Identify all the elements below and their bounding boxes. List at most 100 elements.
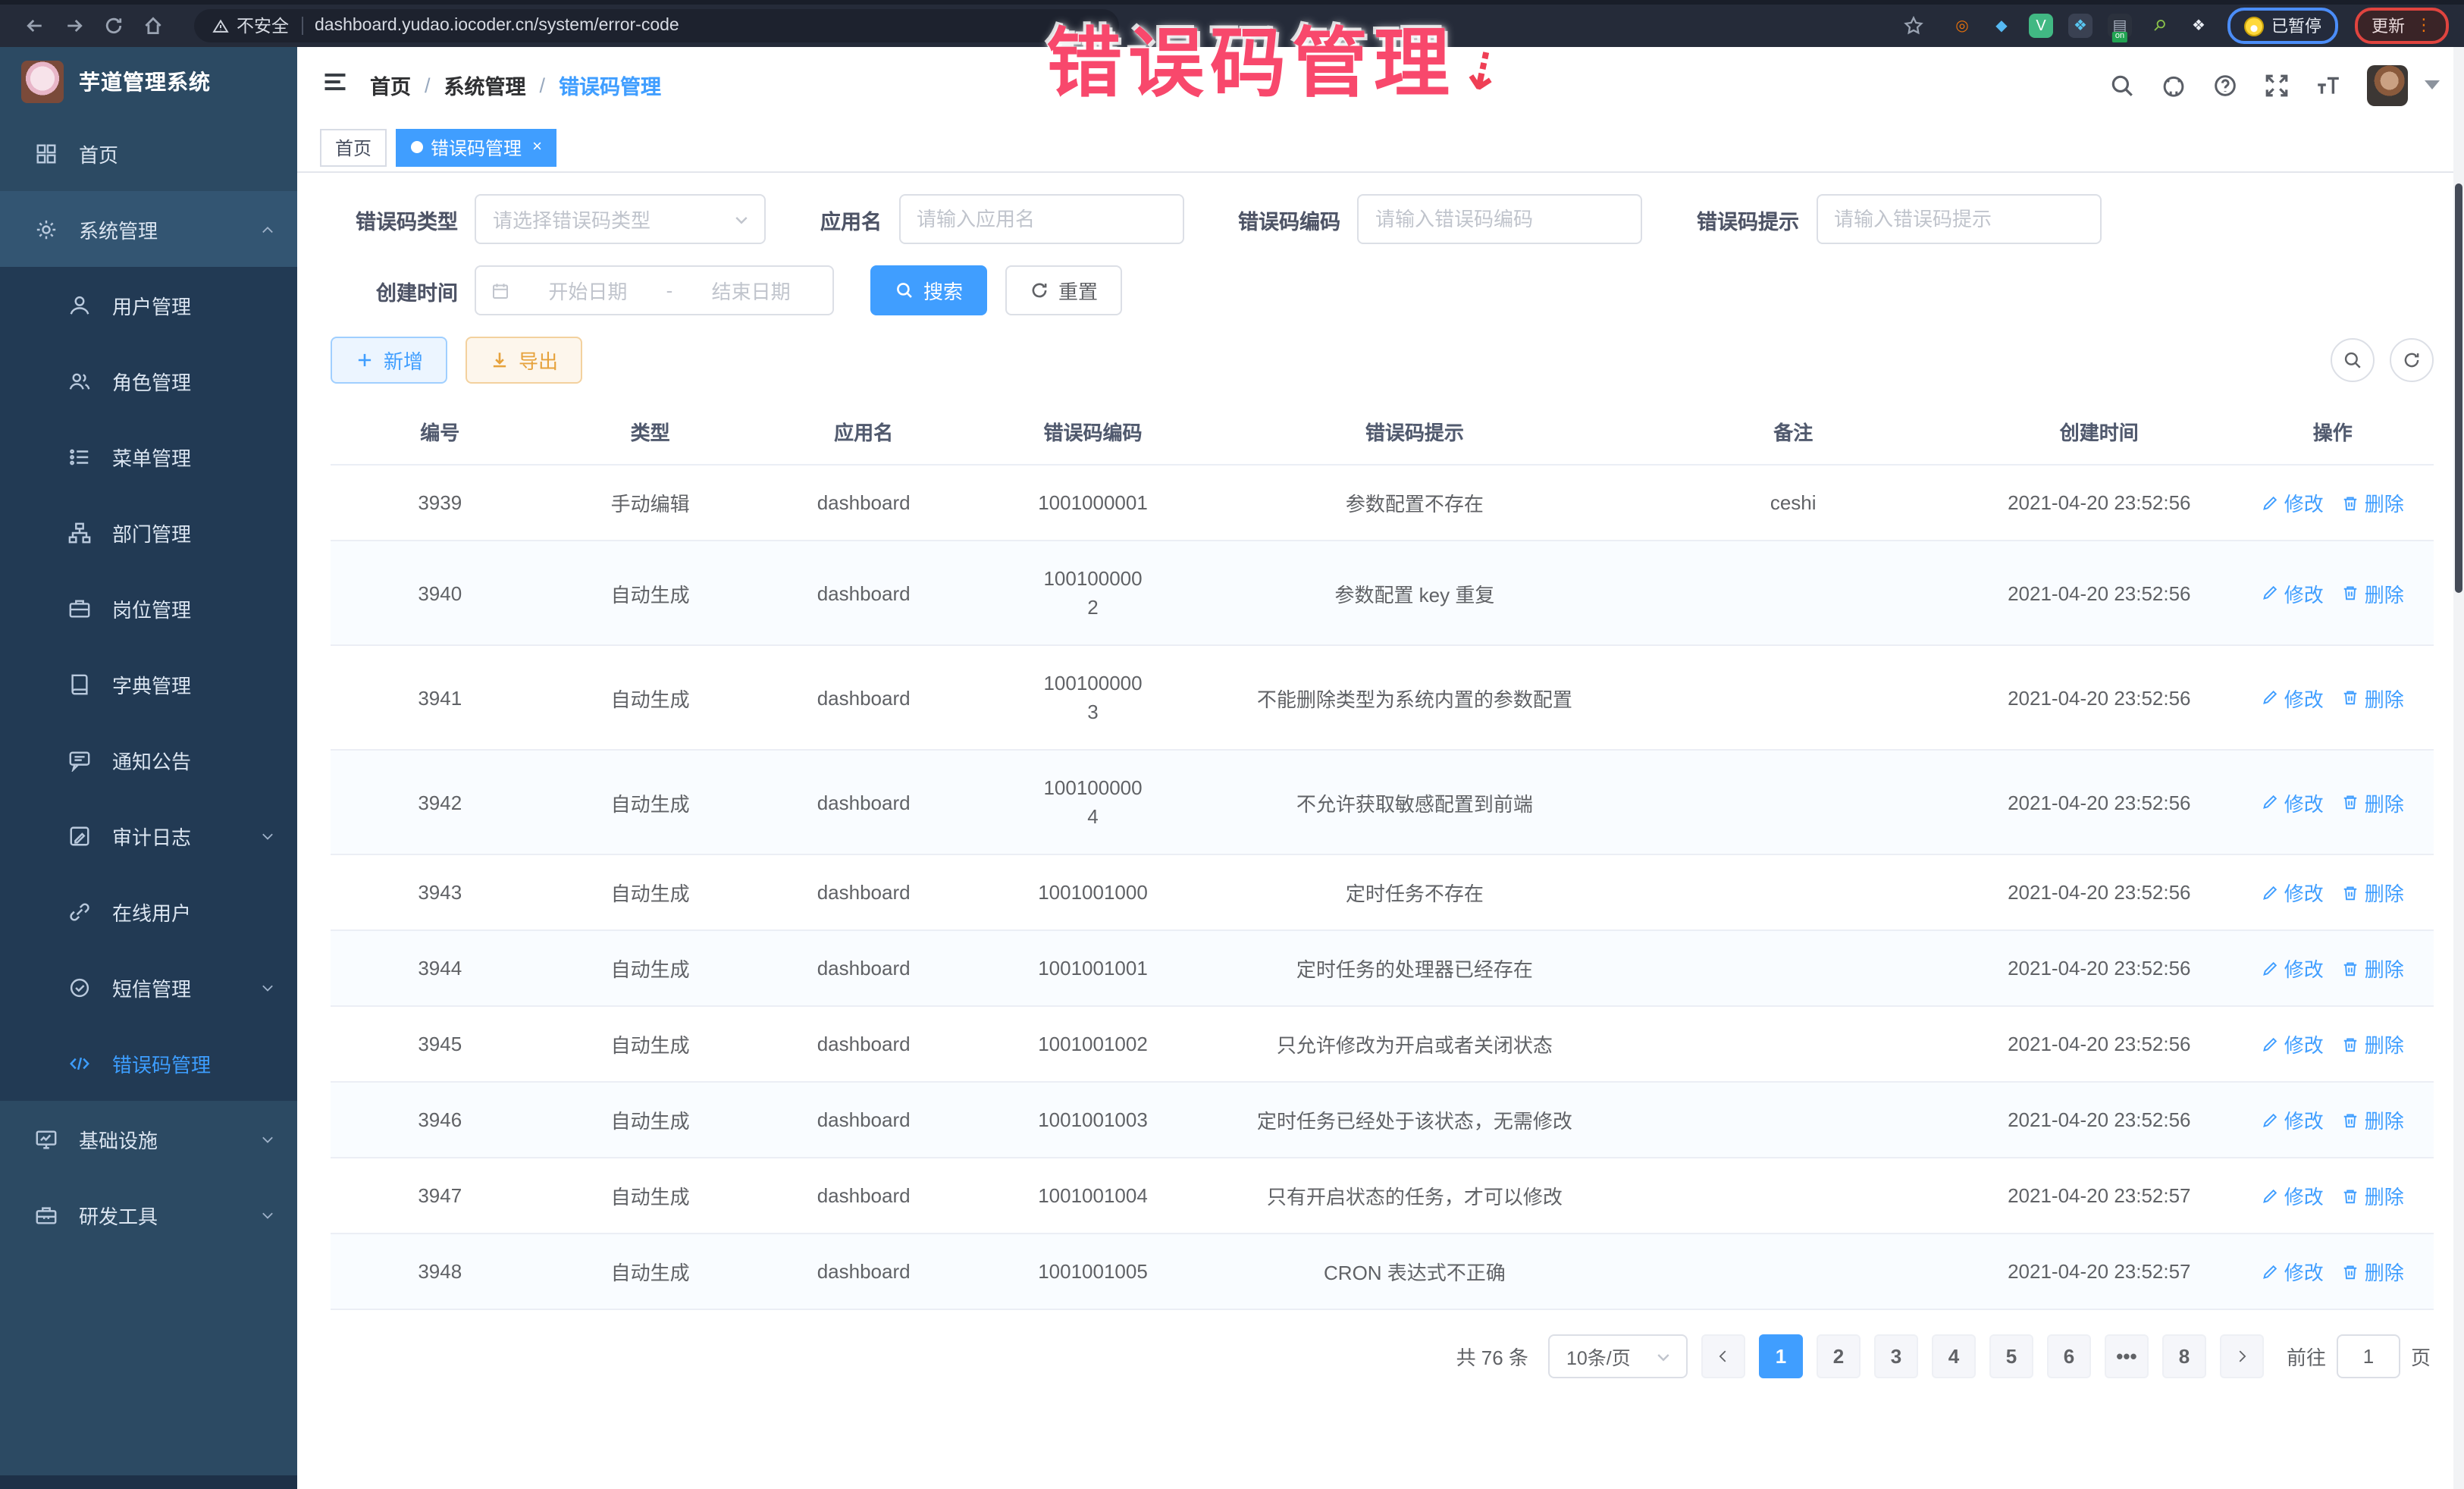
extension-blue-gem-icon[interactable]: ◆	[1989, 14, 2014, 38]
cell-id: 3945	[331, 1006, 549, 1082]
page-button-3[interactable]: 3	[1874, 1334, 1918, 1378]
page-ellipsis[interactable]: •••	[2105, 1334, 2149, 1378]
security-label: 不安全	[237, 14, 289, 38]
reset-button[interactable]: 重置	[1005, 265, 1122, 315]
next-page-button[interactable]	[2220, 1334, 2264, 1378]
sidebar-item-sms-management[interactable]: 短信管理	[0, 949, 297, 1025]
goto-suffix: 页	[2411, 1342, 2431, 1371]
page-button-6[interactable]: 6	[2047, 1334, 2091, 1378]
show-search-toggle-button[interactable]	[2331, 338, 2375, 382]
extension-grid-icon[interactable]: ❖	[2068, 14, 2093, 38]
sidebar-item-home[interactable]: 首页	[0, 115, 297, 191]
address-bar[interactable]: 不安全 dashboard.yudao.iocoder.cn/system/er…	[194, 9, 1119, 42]
edit-link[interactable]: 修改	[2262, 1105, 2324, 1134]
browser-home-icon[interactable]	[133, 6, 173, 45]
delete-icon	[2342, 793, 2360, 811]
extension-orange-ring-icon[interactable]: ◎	[1950, 14, 1974, 38]
extension-key-icon[interactable]: ⚲	[2142, 8, 2176, 42]
page-size-select[interactable]: 10条/页	[1548, 1334, 1688, 1378]
page-button-2[interactable]: 2	[1817, 1334, 1861, 1378]
edit-link[interactable]: 修改	[2262, 1181, 2324, 1210]
tab-item[interactable]: 首页	[320, 128, 387, 166]
sidebar-item-notice-announcement[interactable]: 通知公告	[0, 722, 297, 798]
bookmark-star-icon[interactable]	[1894, 6, 1933, 45]
create-time-range-picker[interactable]: 开始日期 - 结束日期	[475, 265, 834, 315]
pagination: 共 76 条10条/页123456•••8前往页	[331, 1334, 2431, 1403]
font-size-icon[interactable]	[2315, 72, 2341, 98]
close-icon[interactable]: ×	[532, 138, 542, 156]
avatar[interactable]	[2367, 64, 2408, 105]
edit-link[interactable]: 修改	[2262, 683, 2324, 712]
delete-link[interactable]: 删除	[2342, 683, 2404, 712]
delete-link[interactable]: 删除	[2342, 1030, 2404, 1058]
delete-link[interactable]: 删除	[2342, 488, 2404, 517]
sidebar-item-audit-log[interactable]: 审计日志	[0, 798, 297, 873]
search-icon[interactable]	[2109, 72, 2135, 98]
search-button[interactable]: 搜索	[870, 265, 987, 315]
refresh-table-button[interactable]	[2390, 338, 2434, 382]
paused-badge-label: 已暂停	[2271, 14, 2321, 38]
page-button-4[interactable]: 4	[1932, 1334, 1976, 1378]
sidebar-item-system-management[interactable]: 系统管理	[0, 191, 297, 267]
paused-extension-pill[interactable]: 已暂停	[2227, 8, 2338, 44]
goto-page-input[interactable]	[2337, 1334, 2400, 1378]
help-icon[interactable]	[2212, 72, 2238, 98]
table-row: 3945自动生成dashboard1001001002只允许修改为开启或者关闭状…	[331, 1006, 2434, 1082]
browser-forward-icon[interactable]	[55, 6, 94, 45]
sidebar-item-user-management[interactable]: 用户管理	[0, 267, 297, 343]
sidebar-item-error-code-management[interactable]: 错误码管理	[0, 1025, 297, 1101]
sidebar-item-post-management[interactable]: 岗位管理	[0, 570, 297, 646]
avatar-caret-icon[interactable]	[2425, 80, 2440, 89]
delete-link[interactable]: 删除	[2342, 1105, 2404, 1134]
edit-link[interactable]: 修改	[2262, 878, 2324, 907]
table-row: 3943自动生成dashboard1001001000定时任务不存在2021-0…	[331, 854, 2434, 930]
sidebar-item-dept-management[interactable]: 部门管理	[0, 494, 297, 570]
page-button-1[interactable]: 1	[1759, 1334, 1803, 1378]
sidebar-item-dev-tools[interactable]: 研发工具	[0, 1177, 297, 1252]
error-code-input[interactable]	[1359, 196, 1641, 243]
edit-link[interactable]: 修改	[2262, 488, 2324, 517]
fullscreen-icon[interactable]	[2264, 72, 2290, 98]
delete-link[interactable]: 删除	[2342, 788, 2404, 817]
extensions-puzzle-icon[interactable]: ❖	[2187, 14, 2211, 38]
vue-devtools-icon[interactable]: V	[2029, 14, 2053, 38]
browser-reload-icon[interactable]	[94, 6, 133, 45]
page-button-8[interactable]: 8	[2162, 1334, 2206, 1378]
delete-link[interactable]: 删除	[2342, 954, 2404, 983]
browser-menu-icon[interactable]: ⋮	[2415, 18, 2432, 33]
page-button-5[interactable]: 5	[1989, 1334, 2033, 1378]
edit-link[interactable]: 修改	[2262, 954, 2324, 983]
delete-link[interactable]: 删除	[2342, 1257, 2404, 1286]
sidebar-item-menu-management[interactable]: 菜单管理	[0, 418, 297, 494]
sidebar-item-online-users[interactable]: 在线用户	[0, 873, 297, 949]
delete-link[interactable]: 删除	[2342, 878, 2404, 907]
scrollbar-thumb[interactable]	[2455, 183, 2462, 593]
edit-link[interactable]: 修改	[2262, 788, 2324, 817]
edit-link[interactable]: 修改	[2262, 578, 2324, 607]
delete-link[interactable]: 删除	[2342, 578, 2404, 607]
breadcrumb-item[interactable]: 系统管理	[444, 70, 526, 100]
error-hint-input[interactable]	[1817, 196, 2099, 243]
prev-page-button[interactable]	[1701, 1334, 1745, 1378]
add-button[interactable]: 新增	[331, 337, 447, 384]
edit-link[interactable]: 修改	[2262, 1257, 2324, 1286]
sidebar-item-infrastructure[interactable]: 基础设施	[0, 1101, 297, 1177]
tampermonkey-icon[interactable]: ▤on	[2108, 14, 2132, 38]
breadcrumb-item[interactable]: 首页	[370, 70, 411, 100]
topbar-right	[2109, 64, 2440, 105]
delete-link[interactable]: 删除	[2342, 1181, 2404, 1210]
sidebar-item-role-management[interactable]: 角色管理	[0, 343, 297, 418]
edit-link[interactable]: 修改	[2262, 1030, 2324, 1058]
export-button[interactable]: 导出	[466, 337, 582, 384]
github-icon[interactable]	[2161, 72, 2187, 98]
browser-update-button[interactable]: 更新 ⋮	[2355, 8, 2449, 44]
goto-page: 前往页	[2287, 1334, 2431, 1378]
app-name-input[interactable]	[900, 196, 1182, 243]
hamburger-icon[interactable]	[321, 67, 349, 102]
tab-active[interactable]: 错误码管理×	[396, 128, 557, 166]
error-type-select[interactable]: 请选择错误码类型	[475, 194, 766, 244]
page-scrollbar[interactable]	[2453, 47, 2464, 1489]
sidebar-item-dict-management[interactable]: 字典管理	[0, 646, 297, 722]
browser-back-icon[interactable]	[15, 6, 55, 45]
menu-list-icon	[67, 444, 91, 469]
